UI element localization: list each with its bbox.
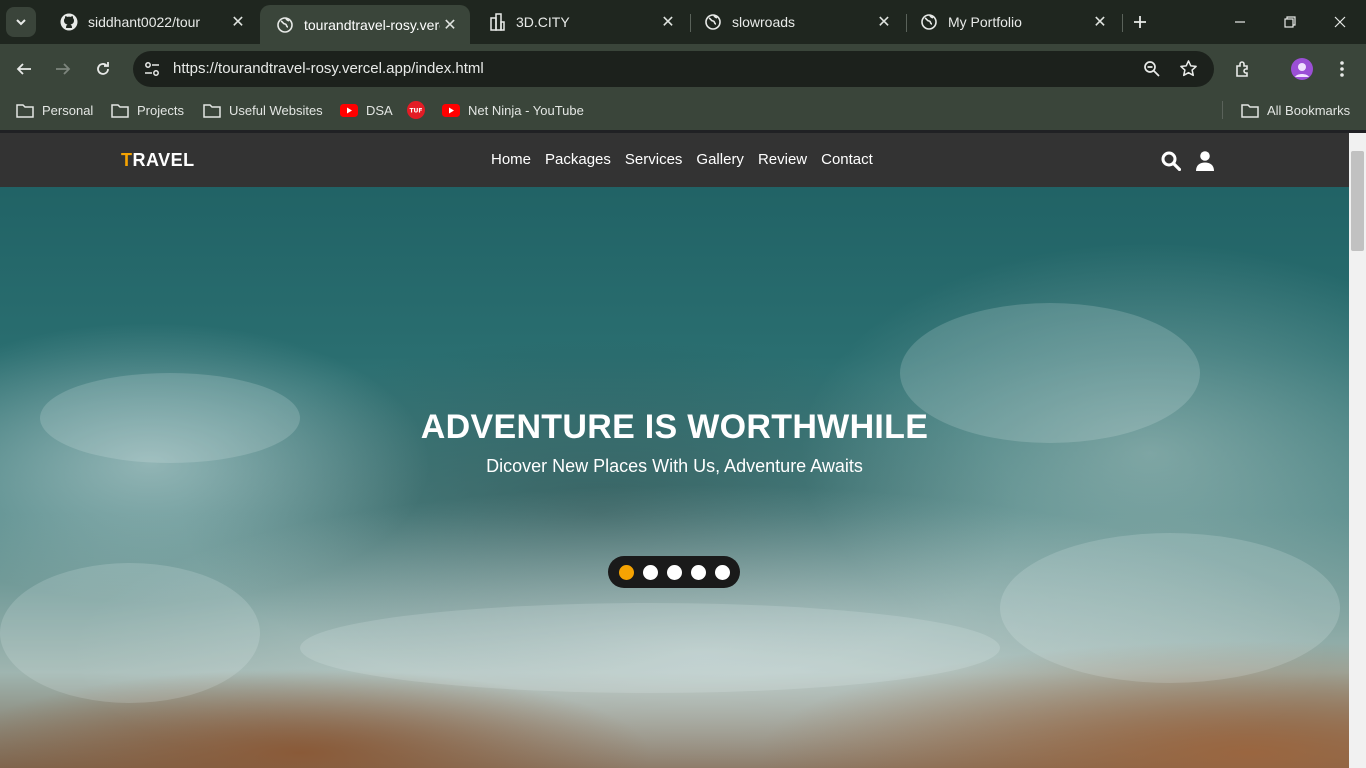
new-tab-button[interactable] [1120,8,1160,36]
profile-button[interactable] [1287,54,1317,84]
forward-button[interactable] [48,54,78,84]
site-menu: Home Packages Services Gallery Review Co… [491,151,873,168]
tab-github[interactable]: siddhant0022/tour ✕ [44,5,258,39]
tab-title: siddhant0022/tour [88,14,201,30]
slider-dot[interactable] [642,564,658,580]
folder-icon [1241,103,1259,118]
user-icon[interactable] [1194,150,1216,172]
tab-search-button[interactable] [6,7,36,37]
nav-contact[interactable]: Contact [821,151,873,168]
bookmark-projects[interactable]: Projects [111,94,184,126]
close-window-button[interactable] [1320,8,1360,36]
reload-icon [97,62,109,75]
site-navbar: TRAVEL Home Packages Services Gallery Re… [0,133,1349,187]
city-icon [488,13,506,31]
folder-icon [111,103,129,118]
folder-icon [203,103,221,118]
bookmarks-separator [1222,101,1223,119]
slider-dot[interactable] [690,564,706,580]
browser-toolbar: https://tourandtravel-rosy.vercel.app/in… [0,44,1366,94]
close-icon[interactable]: ✕ [440,15,460,35]
avatar-icon [1291,58,1313,80]
bookmark-label: Useful Websites [229,102,323,118]
bookmark-label: All Bookmarks [1267,102,1351,118]
back-button[interactable] [9,54,39,84]
scrollbar-thumb[interactable] [1351,151,1364,251]
tab-my-portfolio[interactable]: My Portfolio ✕ [904,5,1120,39]
bookmark-star-icon[interactable] [1179,59,1198,83]
tab-title: tourandtravel-rosy.vercel.app [304,16,440,33]
slider-dot[interactable] [666,564,682,580]
logo-text: RAVEL [132,150,195,170]
arrow-left-icon [16,63,31,75]
slider-dot[interactable] [618,564,634,580]
plus-icon [1134,16,1146,28]
slider-dot[interactable] [714,564,730,580]
tab-slowroads[interactable]: slowroads ✕ [688,5,904,39]
globe-icon [704,13,722,31]
reload-button[interactable] [88,54,118,84]
url-text[interactable]: https://tourandtravel-rosy.vercel.app/in… [173,60,484,77]
bookmarks-bar: Personal Projects Useful Websites DSA TU… [0,94,1366,130]
site-logo[interactable]: TRAVEL [121,150,195,171]
nav-packages[interactable]: Packages [545,151,611,168]
hero-title: ADVENTURE IS WORTHWHILE [420,408,929,446]
page-scrollbar[interactable] [1349,133,1366,768]
all-bookmarks-button[interactable]: All Bookmarks [1241,94,1350,126]
restore-icon [1284,16,1296,28]
close-icon[interactable]: ✕ [874,12,894,32]
arrow-right-icon [56,63,71,75]
tab-title: 3D.CITY [516,14,570,30]
slider-controls [608,556,740,588]
bookmark-label: DSA [366,102,393,118]
close-icon [1334,16,1346,28]
globe-icon [276,16,294,34]
bookmark-tuf[interactable]: TUF [407,94,433,126]
tab-title: slowroads [732,14,796,30]
bookmark-label: Projects [137,102,184,118]
hero-background [0,133,1349,768]
site-info-icon[interactable] [143,60,161,83]
nav-gallery[interactable]: Gallery [696,151,744,168]
search-icon[interactable] [1160,150,1182,172]
address-bar[interactable]: https://tourandtravel-rosy.vercel.app/in… [133,51,1214,87]
close-icon[interactable]: ✕ [228,12,248,32]
kebab-menu-icon [1340,61,1344,77]
folder-icon [16,103,34,118]
globe-icon [920,13,938,31]
tab-title: My Portfolio [948,14,1022,30]
hero-subtitle: Dicover New Places With Us, Adventure Aw… [486,456,863,476]
logo-accent-letter: T [121,150,133,170]
nav-services[interactable]: Services [625,151,683,168]
close-icon[interactable]: ✕ [1090,12,1110,32]
svg-text:TUF: TUF [409,108,422,115]
puzzle-icon [1236,61,1248,77]
youtube-icon [340,103,358,117]
bookmark-useful-websites[interactable]: Useful Websites [203,94,323,126]
bookmark-net-ninja[interactable]: Net Ninja - YouTube [442,94,584,126]
minimize-button[interactable] [1220,8,1260,36]
tab-3dcity[interactable]: 3D.CITY ✕ [472,5,688,39]
minimize-icon [1235,21,1245,23]
tab-strip: siddhant0022/tour ✕ tourandtravel-rosy.v… [0,0,1366,44]
extensions-button[interactable] [1228,54,1258,84]
tuf-icon: TUF [407,101,425,119]
restore-button[interactable] [1270,8,1310,36]
web-page: TRAVEL Home Packages Services Gallery Re… [0,133,1349,768]
youtube-icon [442,103,460,117]
chevron-down-icon [16,19,26,26]
nav-home[interactable]: Home [491,151,531,168]
bookmark-personal[interactable]: Personal [16,94,93,126]
github-icon [60,13,78,31]
menu-button[interactable] [1327,54,1357,84]
zoom-icon[interactable] [1143,60,1161,83]
nav-review[interactable]: Review [758,151,807,168]
close-icon[interactable]: ✕ [658,12,678,32]
bookmark-dsa[interactable]: DSA [340,94,393,126]
bookmark-label: Net Ninja - YouTube [468,102,584,118]
tab-tourandtravel[interactable]: tourandtravel-rosy.vercel.app ✕ [260,5,470,44]
bookmark-label: Personal [42,102,94,118]
